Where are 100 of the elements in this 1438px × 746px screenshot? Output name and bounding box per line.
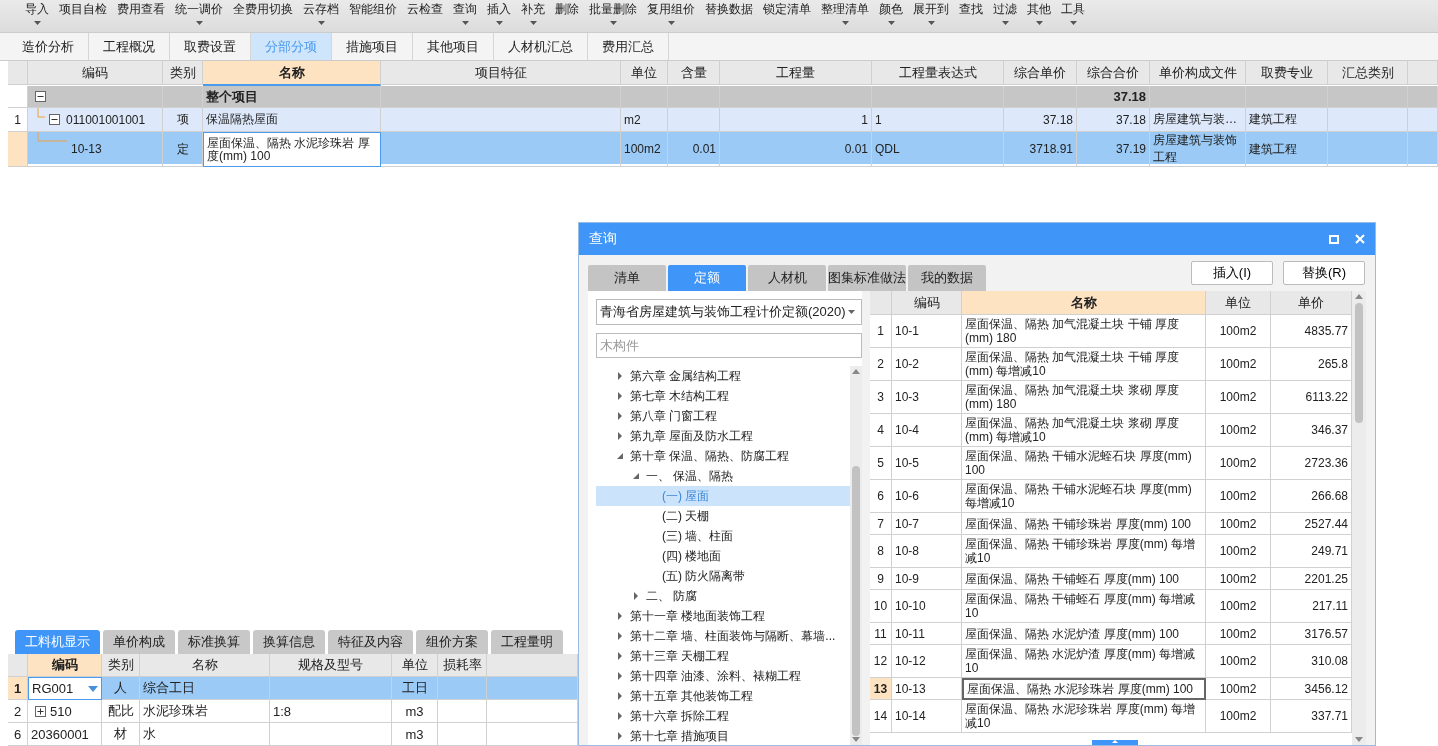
expand-arrow-icon[interactable]: [616, 452, 624, 460]
toolbar-button[interactable]: 统一调价: [170, 0, 228, 25]
toolbar-button[interactable]: 费用查看: [112, 0, 170, 18]
row-header[interactable]: 3: [870, 381, 892, 414]
tree-item[interactable]: 第十二章 墙、柱面装饰与隔断、幕墙...: [596, 626, 850, 646]
expand-arrow-icon[interactable]: [632, 472, 640, 480]
table-row[interactable]: 1 011001001001 项 保温隔热屋面 m2 1 1 37.18 37.18 房屋建筑与装… 建筑工程: [8, 108, 1438, 132]
toolbar-button[interactable]: 复用组价: [642, 0, 700, 25]
column-header[interactable]: 汇总类别: [1328, 61, 1408, 85]
row-header[interactable]: 11: [870, 623, 892, 645]
column-header[interactable]: 取费专业: [1246, 61, 1328, 85]
row-header[interactable]: 9: [870, 568, 892, 590]
expand-arrow-icon[interactable]: [616, 632, 624, 640]
tree-item[interactable]: 第十章 保温、隔热、防腐工程: [596, 446, 850, 466]
row-header[interactable]: 4: [870, 414, 892, 447]
tree-item[interactable]: 第七章 木结构工程: [596, 386, 850, 406]
tree-item[interactable]: (三) 墙、柱面: [596, 526, 850, 546]
table-row[interactable]: 14 10-14 屋面保温、隔热 水泥珍珠岩 厚度(mm) 每增减10 100m2 337.71: [870, 700, 1352, 733]
scrollbar[interactable]: [1352, 291, 1366, 745]
tree-item[interactable]: (二) 天棚: [596, 506, 850, 526]
column-header[interactable]: 综合单价: [1004, 61, 1077, 85]
table-row[interactable]: 1 10-1 屋面保温、隔热 加气混凝土块 干铺 厚度(mm) 180 100m2 4835.77: [870, 315, 1352, 348]
tab[interactable]: 措施项目: [332, 33, 413, 60]
toolbar-button[interactable]: 批量删除: [584, 0, 642, 25]
row-header[interactable]: 1: [870, 315, 892, 348]
column-header[interactable]: 编码: [28, 654, 102, 677]
table-row[interactable]: 11 10-11 屋面保温、隔热 水泥炉渣 厚度(mm) 100 100m2 3176.57: [870, 623, 1352, 645]
row-header[interactable]: 2: [870, 348, 892, 381]
tree-item[interactable]: 二、 防腐: [596, 586, 850, 606]
table-row[interactable]: 6 20360001 材 水 m3: [8, 723, 578, 746]
expand-icon[interactable]: [35, 705, 46, 717]
table-row[interactable]: 3 10-3 屋面保温、隔热 加气混凝土块 浆砌 厚度(mm) 180 100m2 6113.22: [870, 381, 1352, 414]
table-row[interactable]: 1 RG001 人 综合工日 工日: [8, 677, 578, 700]
toolbar-button[interactable]: 云存档: [298, 0, 344, 25]
expand-arrow-icon[interactable]: [632, 592, 640, 600]
toolbar-button[interactable]: 颜色: [874, 0, 908, 25]
table-row[interactable]: 6 10-6 屋面保温、隔热 干铺水泥蛭石块 厚度(mm) 每增减10 100m2 266.68: [870, 480, 1352, 513]
toolbar-button[interactable]: 其他: [1022, 0, 1056, 25]
expand-arrow-icon[interactable]: [616, 692, 624, 700]
tab[interactable]: 标准换算: [178, 630, 250, 654]
expand-arrow-icon[interactable]: [616, 612, 624, 620]
toolbar-button[interactable]: 补充: [516, 0, 550, 25]
close-icon[interactable]: [1355, 234, 1365, 244]
table-row[interactable]: 整个项目 37.18: [8, 86, 1438, 108]
table-row[interactable]: 10 10-10 屋面保温、隔热 干铺蛭石 厚度(mm) 每增减10 100m2 217.11: [870, 590, 1352, 623]
column-header[interactable]: 名称: [962, 291, 1206, 315]
column-header[interactable]: 单价: [1271, 291, 1352, 315]
tree-item[interactable]: (五) 防火隔离带: [596, 566, 850, 586]
dropdown-icon[interactable]: [88, 685, 98, 692]
row-header[interactable]: 5: [870, 447, 892, 480]
row-header[interactable]: 6: [8, 723, 28, 746]
tab[interactable]: 我的数据: [908, 265, 986, 291]
toolbar-button[interactable]: 过滤: [988, 0, 1022, 25]
column-header[interactable]: 单位: [392, 654, 438, 677]
search-field[interactable]: 木构件: [596, 333, 862, 358]
column-header[interactable]: 单位: [1206, 291, 1271, 315]
tab[interactable]: 图集标准做法: [828, 265, 906, 291]
toolbar-button[interactable]: 锁定清单: [758, 0, 816, 18]
tree-item[interactable]: 第六章 金属结构工程: [596, 366, 850, 386]
table-row[interactable]: 5 10-5 屋面保温、隔热 干铺水泥蛭石块 厚度(mm) 100 100m2 2723.36: [870, 447, 1352, 480]
column-header[interactable]: 规格及型号: [270, 654, 392, 677]
scroll-up-icon[interactable]: [1355, 294, 1363, 299]
toolbar-button[interactable]: 全费用切换: [228, 0, 298, 18]
column-header[interactable]: 类别: [163, 61, 203, 85]
column-header[interactable]: 名称: [140, 654, 270, 677]
row-header[interactable]: 13: [870, 678, 892, 700]
expand-arrow-icon[interactable]: [616, 652, 624, 660]
toolbar-button[interactable]: 查询: [448, 0, 482, 25]
expand-arrow-icon[interactable]: [616, 392, 624, 400]
column-header[interactable]: 损耗率: [438, 654, 487, 677]
row-header[interactable]: 14: [870, 700, 892, 733]
row-header[interactable]: 12: [870, 645, 892, 678]
tab[interactable]: 换算信息: [253, 630, 325, 654]
tree-item[interactable]: 第十七章 措施项目: [596, 726, 850, 746]
tab[interactable]: 费用汇总: [588, 33, 669, 60]
table-row[interactable]: 7 10-7 屋面保温、隔热 干铺珍珠岩 厚度(mm) 100 100m2 2527.44: [870, 513, 1352, 535]
toolbar-button[interactable]: 云检查: [402, 0, 448, 18]
scrollbar-thumb[interactable]: [852, 465, 860, 736]
expand-arrow-icon[interactable]: [616, 432, 624, 440]
column-header[interactable]: 含量: [668, 61, 720, 85]
row-header[interactable]: 7: [870, 513, 892, 535]
expand-arrow-icon[interactable]: [616, 712, 624, 720]
table-row[interactable]: 12 10-12 屋面保温、隔热 水泥炉渣 厚度(mm) 每增减10 100m2 310.08: [870, 645, 1352, 678]
column-header[interactable]: 项目特征: [381, 61, 621, 85]
table-row[interactable]: 4 10-4 屋面保温、隔热 加气混凝土块 浆砌 厚度(mm) 每增减10 100m2 346.37: [870, 414, 1352, 447]
tab[interactable]: 人材机汇总: [494, 33, 588, 60]
column-header[interactable]: 工程量表达式: [872, 61, 1004, 85]
library-select[interactable]: 青海省房屋建筑与装饰工程计价定额(2020): [596, 299, 862, 325]
collapse-icon[interactable]: [35, 91, 46, 102]
tree-item[interactable]: 第十一章 楼地面装饰工程: [596, 606, 850, 626]
tab[interactable]: 组价方案: [416, 630, 488, 654]
toolbar-button[interactable]: 插入: [482, 0, 516, 25]
column-header[interactable]: 综合合价: [1077, 61, 1150, 85]
row-header[interactable]: 10: [870, 590, 892, 623]
tree-item[interactable]: 第十五章 其他装饰工程: [596, 686, 850, 706]
expand-arrow-icon[interactable]: [616, 732, 624, 740]
tree-item[interactable]: (四) 楼地面: [596, 546, 850, 566]
tree-item[interactable]: 第十四章 油漆、涂料、裱糊工程: [596, 666, 850, 686]
dialog-button[interactable]: 插入(I): [1191, 261, 1273, 285]
toolbar-button[interactable]: 查找: [954, 0, 988, 18]
